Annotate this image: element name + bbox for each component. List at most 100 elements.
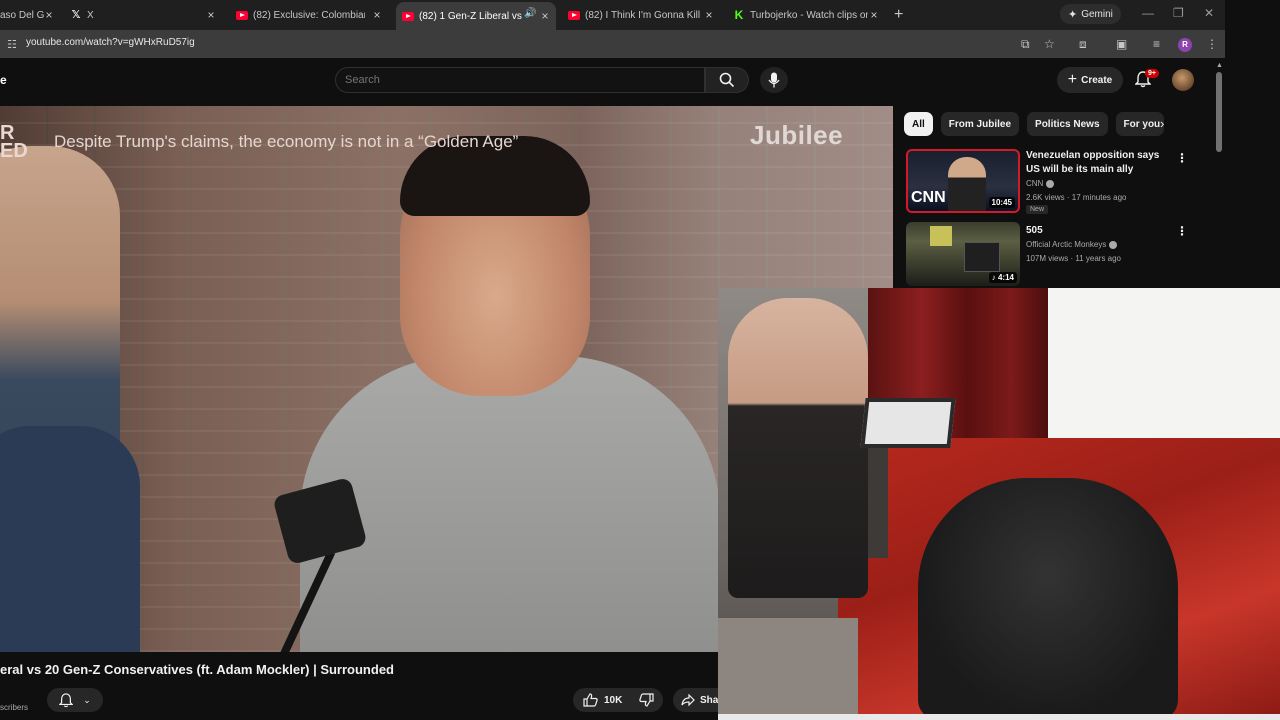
tab-3[interactable]: (82) Exclusive: Colombian presi × xyxy=(236,4,388,26)
tab-close-icon[interactable]: × xyxy=(867,7,881,23)
youtube-header: e + Create 9+ xyxy=(0,58,1225,106)
gemini-button[interactable]: ✦ Gemini xyxy=(1060,4,1121,24)
voice-search-button[interactable] xyxy=(760,67,788,93)
search-box[interactable] xyxy=(335,67,705,93)
new-tab-icon[interactable]: + xyxy=(894,6,903,24)
subscription-bell-button[interactable]: ⌄ xyxy=(47,688,103,712)
video-duration: ♪ 4:14 xyxy=(988,272,1017,283)
recommendation-meta: 107M views · 11 years ago xyxy=(1026,254,1122,263)
chip-from-jubilee[interactable]: From Jubilee xyxy=(940,112,1020,136)
webcam-overlay xyxy=(718,288,1280,720)
screen: aso Del G × 𝕏 X × (82) Exclusive: Colomb… xyxy=(0,0,1280,720)
recommendation-title[interactable]: 505 xyxy=(1026,224,1176,238)
tab-2[interactable]: 𝕏 X × xyxy=(70,4,222,26)
thumbs-up-icon xyxy=(583,693,598,707)
tab-close-icon[interactable]: × xyxy=(538,8,552,24)
tab-close-icon[interactable]: × xyxy=(204,7,218,23)
video-thumbnail[interactable]: ♪ 4:14 xyxy=(906,222,1020,286)
webcam-bottom-edge xyxy=(718,714,1280,720)
channel-overlay-logo: R ED xyxy=(0,122,28,162)
video-thumbnail[interactable]: CNN 10:45 xyxy=(906,149,1020,213)
recommendation-channel[interactable]: CNN xyxy=(1026,179,1055,188)
verified-icon xyxy=(1046,179,1055,188)
tab-close-icon[interactable]: × xyxy=(702,7,716,23)
menu-icon[interactable]: ⋮ xyxy=(1206,37,1218,51)
more-options-icon[interactable]: ⋮ xyxy=(1176,151,1188,165)
tab-1[interactable]: aso Del G × xyxy=(0,4,60,26)
tab-title: aso Del G xyxy=(0,9,45,21)
chip-for-you[interactable]: For you xyxy=(1115,112,1165,136)
search-button[interactable] xyxy=(705,67,749,93)
chevron-right-icon[interactable]: › xyxy=(1160,116,1164,131)
tab-close-icon[interactable]: × xyxy=(42,7,56,23)
chevron-down-icon: ⌄ xyxy=(83,694,91,705)
tab-6[interactable]: K Turbojerko - Watch clips on Ki × xyxy=(733,4,885,26)
webcam-chair-headrest xyxy=(918,478,1178,720)
youtube-icon xyxy=(236,10,248,20)
new-badge: New xyxy=(1026,205,1049,214)
notification-badge: 9+ xyxy=(1145,69,1159,78)
profile-avatar[interactable]: R xyxy=(1178,38,1192,52)
video-person-main-body xyxy=(300,356,720,652)
account-avatar[interactable] xyxy=(1172,69,1194,91)
bookmark-star-icon[interactable]: ☆ xyxy=(1044,37,1055,51)
tab-close-icon[interactable]: × xyxy=(370,7,384,23)
subscriber-count: scribers xyxy=(0,703,29,712)
recommendation-item[interactable]: CNN 10:45 Venezuelan opposition says US … xyxy=(906,149,1216,214)
gemini-label: Gemini xyxy=(1081,8,1113,20)
install-app-icon[interactable]: ⧉ xyxy=(1021,37,1030,52)
like-button[interactable]: 10K xyxy=(573,688,1204,712)
recommendation-title[interactable]: Venezuelan opposition says US will be it… xyxy=(1026,149,1176,177)
tab-4-active[interactable]: (82) 1 Gen-Z Liberal vs 20 G 🔊 × xyxy=(396,2,556,30)
search-icon xyxy=(719,72,735,88)
bell-icon xyxy=(59,692,74,707)
thumbnail-anchor xyxy=(948,157,986,211)
tab-title: (82) I Think I'm Gonna Kill Mys xyxy=(585,9,703,21)
webcam-laptop xyxy=(860,398,956,448)
create-button[interactable]: + Create xyxy=(1057,67,1123,93)
media-controls-icon[interactable]: ≡ xyxy=(1153,37,1160,51)
recommendation-channel[interactable]: Official Arctic Monkeys xyxy=(1026,240,1118,249)
address-bar[interactable]: youtube.com/watch?v=gWHxRuD57ig xyxy=(26,37,195,48)
chip-all[interactable]: All xyxy=(904,112,933,136)
thumbnail-sign xyxy=(930,226,952,246)
video-caption-overlay: Despite Trump's claims, the economy is n… xyxy=(54,132,519,151)
tab-5[interactable]: (82) I Think I'm Gonna Kill Mys × xyxy=(568,4,720,26)
more-options-icon[interactable]: ⋮ xyxy=(1176,224,1188,238)
tab-title: X xyxy=(87,9,94,21)
extensions-icon[interactable]: ⧈ xyxy=(1079,37,1087,52)
chip-politics-news[interactable]: Politics News xyxy=(1027,112,1108,136)
tab-title: (82) 1 Gen-Z Liberal vs 20 G xyxy=(419,10,523,22)
cnn-logo: CNN xyxy=(911,189,946,206)
youtube-icon xyxy=(402,11,414,21)
page-scrollbar[interactable] xyxy=(1216,64,1222,288)
channel-name: CNN xyxy=(1026,179,1044,188)
webcam-window xyxy=(1048,288,1280,448)
recommendation-item[interactable]: ♪ 4:14 505 Official Arctic Monkeys 107M … xyxy=(906,222,1216,286)
x-icon: 𝕏 xyxy=(71,9,81,21)
close-window-icon[interactable]: ✕ xyxy=(1204,6,1214,20)
video-person-left-foreground xyxy=(0,426,140,652)
tab-title: Turbojerko - Watch clips on Ki xyxy=(750,9,868,21)
search-input[interactable] xyxy=(336,68,704,92)
sidebar-filter-chips: All From Jubilee Politics News For you xyxy=(904,112,1165,136)
sidepanel-icon[interactable]: ▣ xyxy=(1116,37,1127,51)
thumbnail-building xyxy=(964,242,1000,272)
kick-icon: K xyxy=(734,8,744,22)
minimize-icon[interactable]: — xyxy=(1142,6,1154,20)
webcam-floor xyxy=(718,618,858,720)
jubilee-watermark: Jubilee xyxy=(750,120,844,150)
video-duration: 10:45 xyxy=(988,197,1015,208)
plus-icon: + xyxy=(1067,71,1078,88)
share-icon xyxy=(681,694,695,706)
webcam-person xyxy=(728,298,868,598)
youtube-logo[interactable]: e xyxy=(0,73,7,87)
gemini-icon: ✦ xyxy=(1068,8,1078,21)
maximize-icon[interactable]: ❐ xyxy=(1173,6,1184,20)
thumbs-down-icon[interactable] xyxy=(639,693,654,707)
speaker-icon[interactable]: 🔊 xyxy=(524,8,536,19)
verified-icon xyxy=(1109,240,1118,249)
scrollbar-thumb[interactable] xyxy=(1216,72,1222,152)
site-info-icon[interactable]: ☷ xyxy=(7,38,17,51)
browser-toolbar: ☷ youtube.com/watch?v=gWHxRuD57ig ⧉ ☆ ⧈ … xyxy=(0,30,1225,58)
